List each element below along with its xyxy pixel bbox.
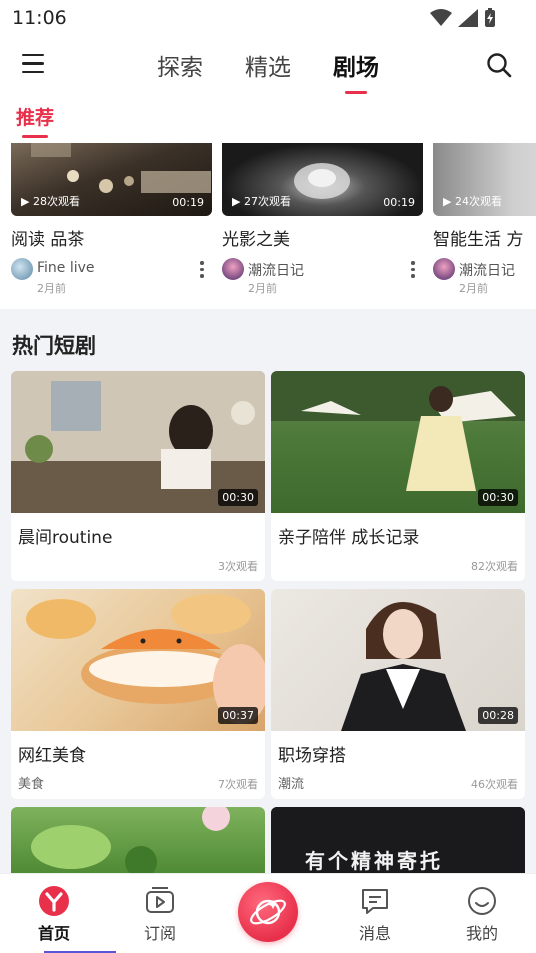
video-views: ▶ 28次观看 bbox=[21, 195, 80, 208]
video-title[interactable]: 阅读 品茶 bbox=[11, 225, 212, 250]
author-name[interactable]: Fine live bbox=[37, 260, 95, 276]
video-thumbnail[interactable]: 00:37 bbox=[11, 589, 265, 731]
video-thumbnail[interactable]: ▶ 24次观看 bbox=[433, 143, 536, 216]
author-name[interactable]: 潮流日记 bbox=[459, 260, 515, 280]
video-views: ▶ 27次观看 bbox=[232, 195, 291, 208]
video-duration: 00:19 bbox=[383, 196, 415, 209]
drama-card[interactable] bbox=[11, 807, 265, 873]
message-icon bbox=[362, 889, 388, 914]
more-icon[interactable] bbox=[411, 261, 415, 278]
thumbnail-caption: 有个精神寄托 bbox=[305, 849, 443, 873]
search-icon[interactable] bbox=[486, 52, 512, 78]
profile-icon bbox=[468, 887, 496, 915]
video-views: 82次观看 bbox=[471, 560, 518, 573]
author-row: 潮流日记 2月前 bbox=[433, 258, 536, 295]
status-time: 11:06 bbox=[12, 7, 67, 29]
video-tag[interactable]: 美食 bbox=[18, 773, 44, 792]
post-time: 2月前 bbox=[459, 282, 488, 295]
video-card[interactable]: ▶ 27次观看 00:19 光影之美 潮流日记 2月前 bbox=[222, 143, 423, 295]
video-card[interactable]: ▶ 24次观看 智能生活 方 潮流日记 2月前 bbox=[433, 143, 536, 295]
author-row: Fine live 2月前 bbox=[11, 258, 212, 295]
subscribe-icon bbox=[146, 887, 174, 913]
post-time: 2月前 bbox=[248, 282, 277, 295]
video-duration: 00:28 bbox=[478, 707, 518, 724]
video-views: 46次观看 bbox=[471, 778, 518, 791]
video-thumbnail[interactable] bbox=[11, 807, 265, 873]
top-tabs: 探索 精选 剧场 bbox=[0, 48, 536, 94]
video-title[interactable]: 亲子陪伴 成长记录 bbox=[278, 523, 419, 548]
avatar[interactable] bbox=[433, 258, 455, 280]
drama-card[interactable]: 00:37 网红美食 美食 7次观看 bbox=[11, 589, 265, 799]
nav-subscribe[interactable]: 订阅 bbox=[130, 884, 190, 944]
recommend-video-row[interactable]: ▶ 28次观看 00:19 阅读 品茶 Fine live 2月前 ▶ 27次观… bbox=[0, 143, 536, 303]
drama-card[interactable]: 00:30 亲子陪伴 成长记录 82次观看 bbox=[271, 371, 525, 581]
video-thumbnail[interactable]: 有个精神寄托 bbox=[271, 807, 525, 873]
app-screen: 11:06 探索 精选 剧场 推荐 ▶ 28次观看 00:19 阅读 品茶 Fi… bbox=[0, 0, 536, 953]
video-duration: 00:19 bbox=[172, 196, 204, 209]
more-icon[interactable] bbox=[200, 261, 204, 278]
video-duration: 00:37 bbox=[218, 707, 258, 724]
nav-label: 我的 bbox=[465, 924, 498, 943]
nav-home[interactable]: 首页 bbox=[24, 884, 84, 944]
video-duration: 00:30 bbox=[218, 489, 258, 506]
video-title[interactable]: 职场穿搭 bbox=[278, 741, 346, 766]
video-title[interactable]: 晨间routine bbox=[18, 523, 112, 548]
video-title[interactable]: 网红美食 bbox=[18, 741, 86, 766]
video-title[interactable]: 智能生活 方 bbox=[433, 225, 536, 250]
video-card[interactable]: ▶ 28次观看 00:19 阅读 品茶 Fine live 2月前 bbox=[11, 143, 212, 295]
avatar[interactable] bbox=[222, 258, 244, 280]
nav-label: 首页 bbox=[37, 924, 70, 943]
video-thumbnail[interactable]: ▶ 27次观看 00:19 bbox=[222, 143, 423, 216]
status-bar: 11:06 bbox=[0, 0, 536, 38]
subtab-indicator bbox=[22, 135, 48, 138]
video-thumbnail[interactable]: 00:28 bbox=[271, 589, 525, 731]
video-tag[interactable]: 潮流 bbox=[278, 773, 304, 792]
drama-card[interactable]: 00:28 职场穿搭 潮流 46次观看 bbox=[271, 589, 525, 799]
signal-icon bbox=[458, 9, 478, 27]
tab-featured[interactable]: 精选 bbox=[245, 48, 291, 92]
tab-theater[interactable]: 剧场 bbox=[333, 48, 379, 94]
wifi-icon bbox=[430, 9, 452, 26]
battery-icon bbox=[485, 8, 495, 27]
drama-card[interactable]: 有个精神寄托 bbox=[271, 807, 525, 873]
bottom-nav: 首页 订阅 消息 我的 bbox=[0, 873, 536, 953]
video-thumbnail[interactable]: 00:30 bbox=[271, 371, 525, 513]
nav-messages[interactable]: 消息 bbox=[345, 884, 405, 944]
video-title[interactable]: 光影之美 bbox=[222, 225, 423, 250]
nav-profile[interactable]: 我的 bbox=[452, 884, 512, 944]
avatar[interactable] bbox=[11, 258, 33, 280]
planet-icon bbox=[250, 899, 286, 925]
create-button[interactable] bbox=[238, 882, 298, 942]
subtab-recommend[interactable]: 推荐 bbox=[16, 103, 54, 130]
home-logo-icon bbox=[39, 886, 69, 916]
video-views: 3次观看 bbox=[218, 560, 258, 573]
status-icons bbox=[430, 8, 496, 28]
nav-label: 订阅 bbox=[143, 924, 176, 943]
video-duration: 00:30 bbox=[478, 489, 518, 506]
nav-label: 消息 bbox=[358, 924, 391, 943]
author-name[interactable]: 潮流日记 bbox=[248, 260, 304, 280]
video-thumbnail[interactable]: ▶ 28次观看 00:19 bbox=[11, 143, 212, 216]
video-views: ▶ 24次观看 bbox=[443, 195, 502, 208]
video-views: 7次观看 bbox=[218, 778, 258, 791]
post-time: 2月前 bbox=[37, 282, 66, 295]
section-title: 热门短剧 bbox=[12, 334, 96, 358]
video-thumbnail[interactable]: 00:30 bbox=[11, 371, 265, 513]
tab-explore[interactable]: 探索 bbox=[157, 48, 203, 92]
author-row: 潮流日记 2月前 bbox=[222, 258, 423, 295]
drama-card[interactable]: 00:30 晨间routine 3次观看 bbox=[11, 371, 265, 581]
top-header: 探索 精选 剧场 bbox=[0, 38, 536, 94]
